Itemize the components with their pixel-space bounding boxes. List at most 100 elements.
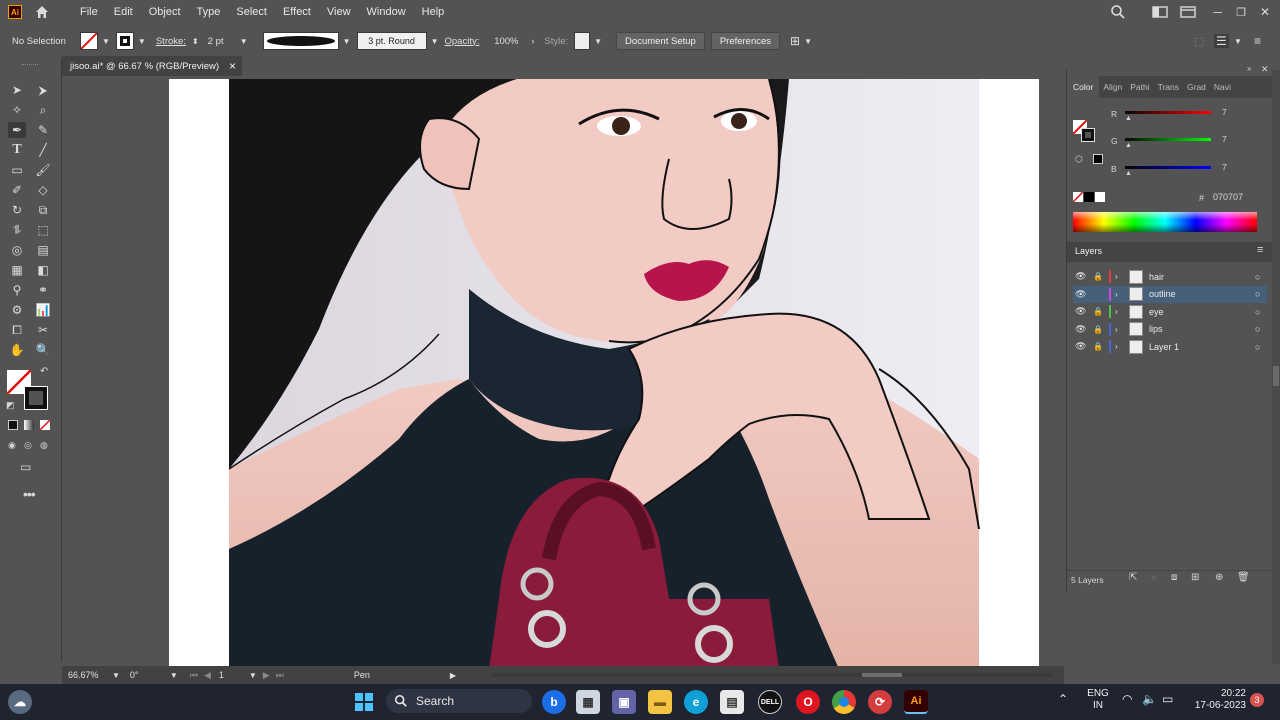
target-circle-icon[interactable]: ○ — [1255, 342, 1267, 352]
clock[interactable]: 20:22 17-06-2023 — [1194, 688, 1246, 712]
r-value[interactable]: 7 — [1219, 107, 1257, 121]
lock-icon[interactable]: 🔒 — [1093, 342, 1107, 351]
selection-tool-icon[interactable]: ➤ — [8, 82, 26, 98]
language-indicator[interactable]: ENG IN — [1086, 688, 1110, 712]
layer-name[interactable]: outline — [1149, 289, 1255, 299]
panel-close-icon[interactable]: ✕ — [1261, 64, 1269, 75]
delete-layer-icon[interactable]: 🗑 — [1237, 572, 1250, 583]
weather-icon[interactable]: ☁ — [8, 690, 32, 714]
transform-icon[interactable]: ⊞ — [790, 34, 800, 48]
chevron-down-icon[interactable]: ▼ — [1234, 37, 1242, 46]
layer-row[interactable]: 👁 🔒 › eye ○ — [1073, 303, 1267, 320]
none-mode-icon[interactable] — [40, 420, 50, 430]
variable-width-profile[interactable] — [262, 32, 339, 50]
close-icon[interactable]: ✕ — [1260, 5, 1270, 19]
visibility-eye-icon[interactable]: 👁 — [1075, 324, 1089, 335]
eyedropper-icon[interactable]: ⚲ — [8, 282, 26, 298]
layers-panel-title[interactable]: Layers — [1075, 246, 1102, 256]
folder-icon[interactable]: ▬ — [648, 690, 672, 714]
target-circle-icon[interactable]: ○ — [1255, 289, 1267, 299]
volume-icon[interactable]: 🔈 — [1142, 692, 1157, 706]
eraser-tool-icon[interactable]: ◇ — [34, 182, 52, 198]
lasso-icon[interactable]: ⌕ — [34, 102, 52, 118]
line-tool-icon[interactable]: ╱ — [34, 142, 52, 158]
screen-mode-icon[interactable]: ▭ — [20, 460, 31, 474]
r-slider-thumb[interactable]: ▲ — [1125, 115, 1132, 122]
lock-icon[interactable]: 🔒 — [1093, 272, 1107, 281]
width-tool-icon[interactable]: ⥮ — [8, 222, 26, 238]
chrome-icon[interactable] — [832, 690, 856, 714]
blend-tool-icon[interactable]: ⚭ — [34, 282, 52, 298]
chevron-down-icon[interactable]: ▼ — [804, 37, 812, 46]
menu-view[interactable]: View — [319, 6, 359, 18]
rotate-tool-icon[interactable]: ↻ — [8, 202, 26, 218]
color-spectrum[interactable] — [1073, 212, 1257, 232]
locate-object-icon[interactable]: ⌕ — [1151, 572, 1157, 583]
workspace-icon[interactable] — [1151, 5, 1168, 19]
draw-inside-icon[interactable]: ◎ — [24, 440, 32, 451]
layer-row[interactable]: 👁 › outline ○ — [1073, 285, 1267, 303]
more-tools-icon[interactable]: ••• — [23, 486, 36, 502]
menu-file[interactable]: File — [72, 6, 106, 18]
draw-mode-icon[interactable]: ◉ — [8, 440, 16, 451]
free-transform-icon[interactable]: ⬚ — [34, 222, 52, 238]
restore-icon[interactable]: ❐ — [1236, 6, 1246, 19]
expand-chevron-icon[interactable]: › — [1115, 307, 1127, 316]
edge-icon[interactable]: e — [684, 690, 708, 714]
panel-collapse-icon[interactable]: » — [1247, 64, 1251, 73]
lock-icon[interactable]: 🔒 — [1093, 307, 1107, 316]
visibility-eye-icon[interactable]: 👁 — [1075, 289, 1089, 300]
gradient-tool-icon[interactable]: ◧ — [34, 262, 52, 278]
type-tool-icon[interactable]: T — [8, 142, 26, 158]
status-menu-icon[interactable]: ▶ — [450, 671, 456, 680]
visibility-eye-icon[interactable]: 👁 — [1075, 306, 1089, 317]
taskbar-search[interactable]: Search — [386, 689, 532, 713]
layer-row[interactable]: 👁 🔒 › lips ○ — [1073, 321, 1267, 338]
g-slider-thumb[interactable]: ▲ — [1125, 142, 1132, 149]
artboard-tool-icon[interactable]: ⧠ — [8, 322, 26, 338]
perspective-grid-icon[interactable]: ▤ — [34, 242, 52, 258]
new-layer-icon[interactable]: ⊕ — [1215, 572, 1223, 583]
notification-badge[interactable]: 3 — [1250, 693, 1264, 707]
stroke-swatch[interactable] — [115, 32, 134, 50]
symbol-sprayer-icon[interactable]: ⚙ — [8, 302, 26, 318]
preferences-button[interactable]: Preferences — [710, 32, 781, 50]
teams-icon[interactable]: ▣ — [612, 690, 636, 714]
start-icon[interactable] — [352, 690, 376, 714]
b-value[interactable]: 7 — [1219, 162, 1257, 176]
first-artboard-icon[interactable]: ⏮ — [190, 670, 198, 681]
fill-swatch[interactable] — [80, 32, 98, 50]
layer-row[interactable]: 👁 🔒 › Layer 1 ○ — [1073, 338, 1267, 355]
graphic-style-swatch[interactable] — [574, 32, 591, 50]
default-colors-icon[interactable]: ◩ — [6, 400, 15, 411]
b-slider-thumb[interactable]: ▲ — [1125, 170, 1132, 177]
chevron-down-icon[interactable]: ▼ — [138, 37, 146, 46]
layer-name[interactable]: Layer 1 — [1149, 342, 1255, 352]
slice-tool-icon[interactable]: ✂ — [34, 322, 52, 338]
tab-color[interactable]: Color — [1067, 76, 1100, 98]
tab-gradient[interactable]: Grad — [1183, 82, 1210, 92]
right-scrollbar[interactable] — [1272, 70, 1280, 664]
color-mode-icon[interactable] — [8, 420, 18, 430]
prev-artboard-icon[interactable]: ◀ — [204, 670, 211, 681]
visibility-eye-icon[interactable]: 👁 — [1075, 271, 1089, 282]
artboard-number[interactable]: 1 — [219, 670, 249, 680]
target-circle-icon[interactable]: ○ — [1255, 324, 1267, 334]
chevron-down-icon[interactable]: ▼ — [249, 671, 257, 680]
clipping-mask-icon[interactable]: ⧈ — [1171, 572, 1177, 583]
rectangle-tool-icon[interactable]: ▭ — [8, 162, 26, 178]
draw-behind-icon[interactable]: ◍ — [40, 440, 48, 451]
lock-icon[interactable]: 🔒 — [1093, 325, 1107, 334]
shaper-tool-icon[interactable]: ✐ — [8, 182, 26, 198]
settings-app-icon[interactable]: ⟳ — [868, 690, 892, 714]
menu-type[interactable]: Type — [189, 6, 229, 18]
menu-object[interactable]: Object — [141, 6, 189, 18]
expand-chevron-icon[interactable]: › — [1115, 290, 1127, 299]
align-icon[interactable]: ⬚ — [1194, 35, 1204, 48]
bing-icon[interactable]: b — [542, 690, 566, 714]
tray-chevron-icon[interactable]: ⌃ — [1058, 692, 1068, 706]
horizontal-scrollbar[interactable] — [492, 673, 1052, 677]
zoom-tool-icon[interactable]: 🔍 — [34, 342, 52, 358]
next-artboard-icon[interactable]: ▶ — [263, 670, 270, 681]
expand-chevron-icon[interactable]: › — [1115, 342, 1127, 351]
